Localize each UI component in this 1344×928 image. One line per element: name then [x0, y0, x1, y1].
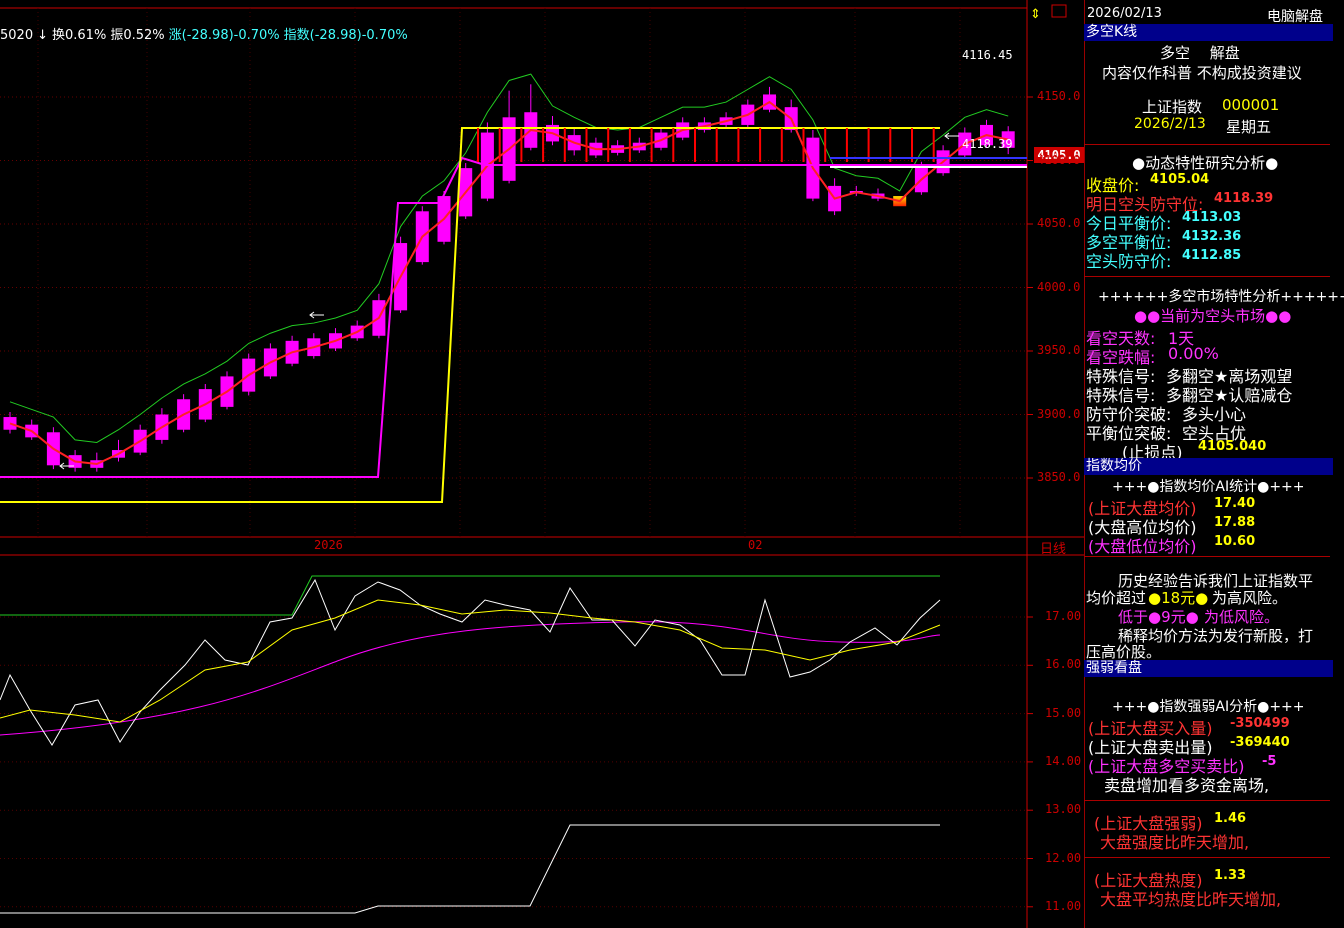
info-prefix: 5020	[0, 28, 34, 43]
heat-note: 大盘平均热度比昨天增加,	[1100, 890, 1282, 909]
market-title: ++++++多空市场特性分析++++++	[1098, 289, 1344, 305]
hist-line2c: 为高风险。	[1212, 589, 1288, 607]
short-defense-label: 空头防守价:	[1086, 252, 1172, 271]
hist-line3c: 为低风险。	[1204, 608, 1280, 626]
sub-tick-label: 13.00	[1045, 802, 1082, 817]
defense-annotation: 4118.39	[962, 137, 1013, 151]
index-date: 2026/2/13	[1134, 116, 1206, 132]
avg3-label: (大盘低位均价)	[1088, 537, 1197, 556]
sub-tick-label: 12.00	[1045, 850, 1082, 865]
info-bar: 5020 ↓ 换0.61% 振0.52% 涨(-28.98)-0.70% 指数(-28.9…	[0, 24, 412, 43]
info-arrow: ↓	[37, 28, 48, 43]
sub-line-bottom	[0, 824, 940, 914]
panel-header-avg[interactable]: 指数均价	[1084, 458, 1333, 475]
price-tick-label: 3900.0	[1037, 406, 1081, 421]
x-axis-month: 02	[748, 538, 763, 552]
anchor-icon: ⇕	[1030, 7, 1041, 22]
window-button-icon	[1051, 4, 1067, 18]
sub-tick-label: 17.00	[1045, 609, 1082, 623]
divider	[1084, 144, 1330, 145]
price-tick-label: 3950.0	[1037, 343, 1081, 357]
panel-date: 2026/02/13	[1087, 6, 1162, 21]
info-turnover: 换0.61%	[52, 28, 107, 43]
price-tick-label: 3850.0	[1037, 470, 1081, 484]
ls-balance-value: 4132.36	[1182, 229, 1242, 244]
divider	[1084, 857, 1330, 858]
avg2-value: 17.88	[1214, 515, 1256, 530]
support-line-magenta	[0, 156, 1027, 478]
strength-note: 大盘强度比昨天增加,	[1100, 833, 1250, 852]
panel-header-strength[interactable]: 强弱看盘	[1084, 660, 1333, 677]
today-balance-value: 4113.03	[1182, 210, 1242, 225]
avg1-value: 17.40	[1214, 496, 1256, 511]
dyn-title: ●动态特性研究分析●	[1132, 154, 1279, 172]
heat-value: 1.33	[1214, 868, 1247, 883]
sub-line-magenta	[0, 621, 941, 736]
defense-value: 4118.39	[1214, 191, 1274, 206]
sub-tick-label: 14.00	[1045, 753, 1082, 768]
panel-line1: 多空 解盘	[1160, 44, 1240, 62]
close-value: 4105.04	[1150, 172, 1210, 187]
hist-line2a: 均价超过	[1086, 589, 1147, 607]
sub-tick-label: 15.00	[1045, 705, 1082, 720]
x-axis-year: 2026	[314, 538, 343, 552]
price-tick-label: 4100.0	[1037, 152, 1081, 167]
sub-line-green	[0, 575, 940, 616]
short-defense-value: 4112.85	[1182, 248, 1242, 263]
info-index: 指数(-28.98)-0.70%	[283, 28, 408, 43]
high-annotation: 4116.45	[962, 48, 1013, 62]
hist-line3a: 低于	[1118, 608, 1149, 626]
panel-header-kline[interactable]: 多空K线	[1084, 24, 1333, 41]
index-code: 000001	[1222, 96, 1280, 114]
strength-title: +++●指数强弱AI分析●+++	[1112, 699, 1305, 715]
kline-chart[interactable]: ⇕	[0, 0, 1084, 928]
sub-line-white	[0, 578, 941, 746]
market-state: ●●当前为空头市场●●	[1134, 307, 1292, 325]
sub-tick-label: 16.00	[1045, 657, 1082, 672]
sub-line-yellow	[0, 599, 941, 723]
avg3-value: 10.60	[1214, 534, 1256, 549]
divider	[1084, 276, 1330, 277]
period-label[interactable]: 日线	[1040, 538, 1066, 557]
ratio-value: -5	[1262, 754, 1277, 769]
info-amplitude: 振0.52%	[110, 28, 165, 43]
index-weekday: 星期五	[1226, 118, 1272, 136]
avg-title: +++●指数均价AI统计●+++	[1112, 479, 1305, 495]
sell-value: -369440	[1230, 735, 1290, 750]
hist-line3b: ●9元●	[1148, 608, 1199, 626]
buy-value: -350499	[1230, 716, 1290, 731]
price-tick-label: 4150.0	[1037, 89, 1081, 103]
price-tick-label: 4050.0	[1037, 216, 1081, 230]
hist-line5: 压高价股。	[1086, 643, 1162, 661]
divider	[1084, 800, 1330, 801]
ratio-note: 卖盘增加看多资金离场,	[1104, 776, 1270, 795]
info-change: 涨(-28.98)-0.70%	[168, 28, 280, 43]
sub-tick-label: 11.00	[1045, 898, 1082, 913]
stop-value: 4105.040	[1198, 439, 1267, 454]
strength-value: 1.46	[1214, 811, 1247, 826]
panel-title-top[interactable]: 电脑解盘	[1267, 6, 1323, 26]
hist-line2b: ●18元●	[1148, 589, 1209, 607]
price-tick-label: 4000.0	[1037, 279, 1081, 294]
panel-line2: 内容仅作科普 不构成投资建议	[1102, 64, 1302, 82]
divider	[1084, 556, 1330, 557]
bear-drop-value: 0.00%	[1168, 344, 1219, 363]
index-name: 上证指数	[1142, 98, 1203, 116]
